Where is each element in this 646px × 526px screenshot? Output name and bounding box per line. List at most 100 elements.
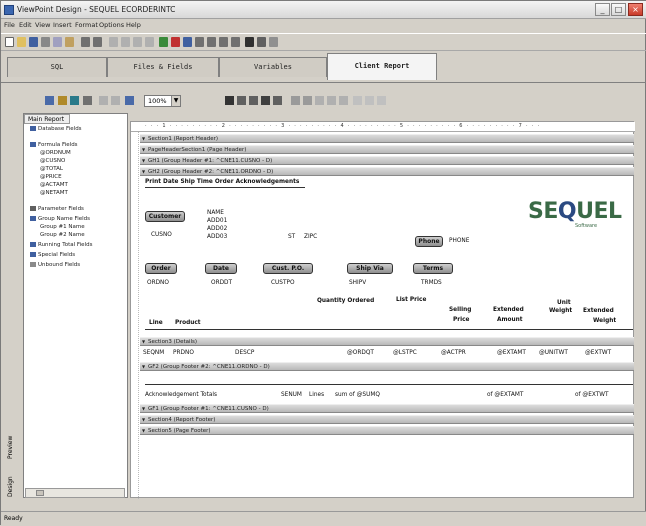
footer-sum-amount[interactable]: of @EXTAMT <box>487 392 523 398</box>
detail-seq[interactable]: SEQNM <box>143 350 164 356</box>
address2-field[interactable]: ADD02 <box>207 226 227 232</box>
format-icon[interactable] <box>273 96 282 105</box>
detail-extwt[interactable]: @EXTWT <box>585 350 611 356</box>
underline-icon[interactable] <box>339 96 348 105</box>
terms-field[interactable]: TRMDS <box>421 280 442 286</box>
align-icon[interactable] <box>249 96 258 105</box>
maximize-button[interactable]: □ <box>611 3 626 16</box>
customer-label[interactable]: Customer <box>145 211 185 222</box>
footer-sum-weight[interactable]: of @EXTWT <box>575 392 609 398</box>
tool-icon[interactable] <box>195 37 204 47</box>
detail-product[interactable]: PRDNO <box>173 350 194 356</box>
col-ext-weight-1[interactable]: Extended <box>583 308 614 314</box>
col-ext-weight-2[interactable]: Weight <box>593 318 616 324</box>
phone-label[interactable]: Phone <box>415 236 443 247</box>
footer-label[interactable]: Acknowledgement Totals <box>145 392 217 398</box>
section-group-header-1[interactable]: GH1 (Group Header #1: ^CNE11.CUSNO - D) <box>140 156 634 165</box>
cust-po-field[interactable]: CUSTPO <box>271 280 295 286</box>
horizontal-scrollbar[interactable] <box>25 488 125 498</box>
address3-field[interactable]: ADD03 <box>207 234 227 240</box>
col-unit-2[interactable]: Weight <box>549 308 572 314</box>
footer-lines-label[interactable]: Lines <box>309 392 324 398</box>
ship-via-label[interactable]: Ship Via <box>347 263 393 274</box>
close-button[interactable]: × <box>628 3 643 16</box>
new-icon[interactable] <box>5 37 14 47</box>
tree-item[interactable]: Unbound Fields <box>30 262 80 269</box>
tree-item[interactable]: Database Fields <box>30 126 82 133</box>
tab-variables[interactable]: Variables <box>219 57 327 77</box>
menu-edit[interactable]: Edit <box>19 21 32 29</box>
ship-via-field[interactable]: SHIPV <box>349 280 366 286</box>
menu-help[interactable]: Help <box>126 21 141 29</box>
redo-icon[interactable] <box>93 37 102 47</box>
cust-po-label[interactable]: Cust. P.O. <box>263 263 313 274</box>
scroll-thumb[interactable] <box>36 490 44 496</box>
detail-ordqty[interactable]: @ORDQT <box>347 350 374 356</box>
order-number-field[interactable]: ORDNO <box>147 280 169 286</box>
tree-item[interactable]: Parameter Fields <box>30 206 84 213</box>
database-icon[interactable] <box>183 37 192 47</box>
tree-item[interactable]: Group #2 Name <box>40 232 85 239</box>
menu-insert[interactable]: Insert <box>53 21 72 29</box>
col-line[interactable]: Line <box>149 320 163 326</box>
zoom-select[interactable]: 100% ▼ <box>144 95 181 107</box>
tree-item[interactable]: @NETAMT <box>40 190 68 197</box>
delete-icon[interactable] <box>171 37 180 47</box>
chevron-down-icon[interactable]: ▼ <box>171 96 180 106</box>
detail-description[interactable]: DESCP <box>235 350 254 356</box>
tab-preview[interactable]: Preview <box>7 436 14 459</box>
line-icon[interactable] <box>83 96 92 105</box>
detail-extamt[interactable]: @EXTAMT <box>497 350 526 356</box>
undo-icon[interactable] <box>291 96 300 105</box>
tree-item[interactable]: @CUSNO <box>40 158 65 165</box>
redo-icon[interactable] <box>303 96 312 105</box>
order-date-field[interactable]: ORDDT <box>211 280 232 286</box>
save-icon[interactable] <box>29 37 38 47</box>
zip-field[interactable]: ZIPC <box>304 234 317 240</box>
col-unit-1[interactable]: Unit <box>557 300 571 306</box>
section-page-header[interactable]: PageHeaderSection1 (Page Header) <box>140 145 634 154</box>
tool-icon[interactable] <box>109 37 118 47</box>
col-selling-1[interactable]: Selling <box>449 307 471 313</box>
col-extended-1[interactable]: Extended <box>493 307 524 313</box>
open-icon[interactable] <box>17 37 26 47</box>
sum-icon[interactable] <box>225 96 234 105</box>
col-extended-2[interactable]: Amount <box>497 317 523 323</box>
cusno-field[interactable]: CUSNO <box>151 232 172 238</box>
section-group-footer-1[interactable]: GF1 (Group Footer #1: ^CNE11.CUSNO - D) <box>140 404 634 413</box>
tree-item[interactable]: @TOTAL <box>40 166 63 173</box>
phone-field[interactable]: PHONE <box>449 238 469 244</box>
help-icon[interactable] <box>269 37 278 47</box>
tab-client-report[interactable]: Client Report <box>327 53 437 80</box>
section-report-footer[interactable]: Section4 (Report Footer) <box>140 415 634 424</box>
main-report-tab[interactable]: Main Report <box>24 114 70 124</box>
align-left-icon[interactable] <box>353 96 362 105</box>
bold-icon[interactable] <box>315 96 324 105</box>
tool-icon[interactable] <box>219 37 228 47</box>
detail-sellprice[interactable]: @ACTPR <box>441 350 466 356</box>
excel-icon[interactable] <box>159 37 168 47</box>
undo-icon[interactable] <box>81 37 90 47</box>
name-field[interactable]: NAME <box>207 210 224 216</box>
terms-label[interactable]: Terms <box>413 263 453 274</box>
tree-item[interactable]: @ORDNUM <box>40 150 71 157</box>
box-icon[interactable] <box>99 96 108 105</box>
tool-icon[interactable] <box>133 37 142 47</box>
menu-options[interactable]: Options <box>99 21 124 29</box>
paste-icon[interactable] <box>65 37 74 47</box>
preview-icon[interactable] <box>257 37 266 47</box>
section-report-header[interactable]: Section1 (Report Header) <box>140 134 634 143</box>
tree-item[interactable]: Special Fields <box>30 252 75 259</box>
tool-icon[interactable] <box>145 37 154 47</box>
picture-icon[interactable] <box>111 96 120 105</box>
tool-icon[interactable] <box>207 37 216 47</box>
detail-unitwt[interactable]: @UNITWT <box>539 350 568 356</box>
address1-field[interactable]: ADD01 <box>207 218 227 224</box>
detail-listprice[interactable]: @LSTPC <box>393 350 417 356</box>
tab-sql[interactable]: SQL <box>7 57 107 77</box>
col-list-price[interactable]: List Price <box>396 297 426 303</box>
order-label[interactable]: Order <box>145 263 177 274</box>
section-group-footer-2[interactable]: GF2 (Group Footer #2: ^CNE11.ORDNO - D) <box>140 362 634 371</box>
pointer-icon[interactable] <box>45 96 54 105</box>
date-label[interactable]: Date <box>205 263 237 274</box>
